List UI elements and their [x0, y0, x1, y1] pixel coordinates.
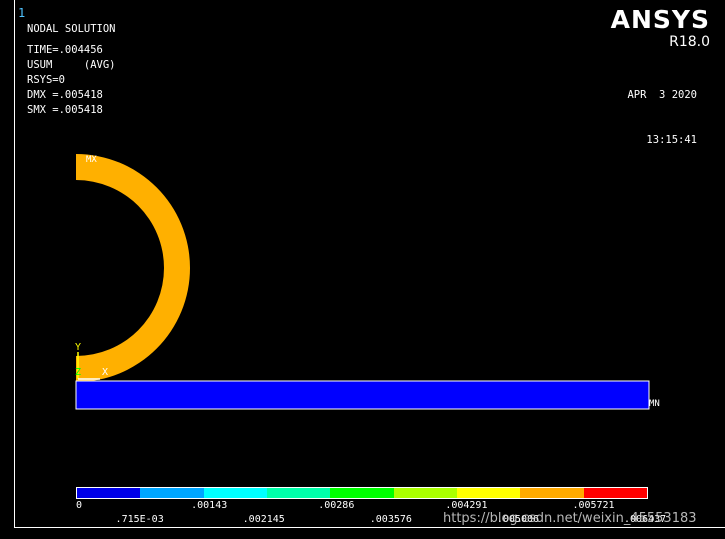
- legend-swatch: [140, 488, 204, 498]
- half-ring-shape: [76, 154, 190, 382]
- legend-label-top: .004291: [445, 500, 488, 511]
- legend-swatch: [520, 488, 584, 498]
- min-label: MN: [649, 399, 660, 409]
- legend-swatch: [266, 488, 331, 498]
- triad-y-label: Y: [75, 342, 81, 353]
- legend-swatch: [77, 488, 141, 498]
- triad-z-label: Z: [75, 367, 81, 378]
- legend-swatch: [203, 488, 267, 498]
- model-canvas: Y Z X MX MN: [75, 154, 660, 410]
- watermark-text: https://blog.csdn.net/weixin_45553183: [443, 511, 697, 526]
- legend-swatch: [393, 488, 457, 498]
- legend-label-top: .00286: [318, 500, 355, 511]
- legend-label-top: 0: [76, 500, 83, 511]
- max-label: MX: [86, 155, 97, 165]
- contour-legend-bar: [76, 487, 648, 499]
- legend-label-bottom: .002145: [242, 514, 285, 525]
- legend-swatch: [330, 488, 394, 498]
- legend-label-bottom: .003576: [369, 514, 412, 525]
- legend-label-top: .005721: [572, 500, 615, 511]
- triad-x-label: X: [102, 367, 108, 378]
- legend-label-bottom: .715E-03: [115, 514, 164, 525]
- legend-swatch: [583, 488, 647, 498]
- legend-swatch: [456, 488, 521, 498]
- legend-label-top: .00143: [191, 500, 228, 511]
- beam-shape: [75, 380, 650, 410]
